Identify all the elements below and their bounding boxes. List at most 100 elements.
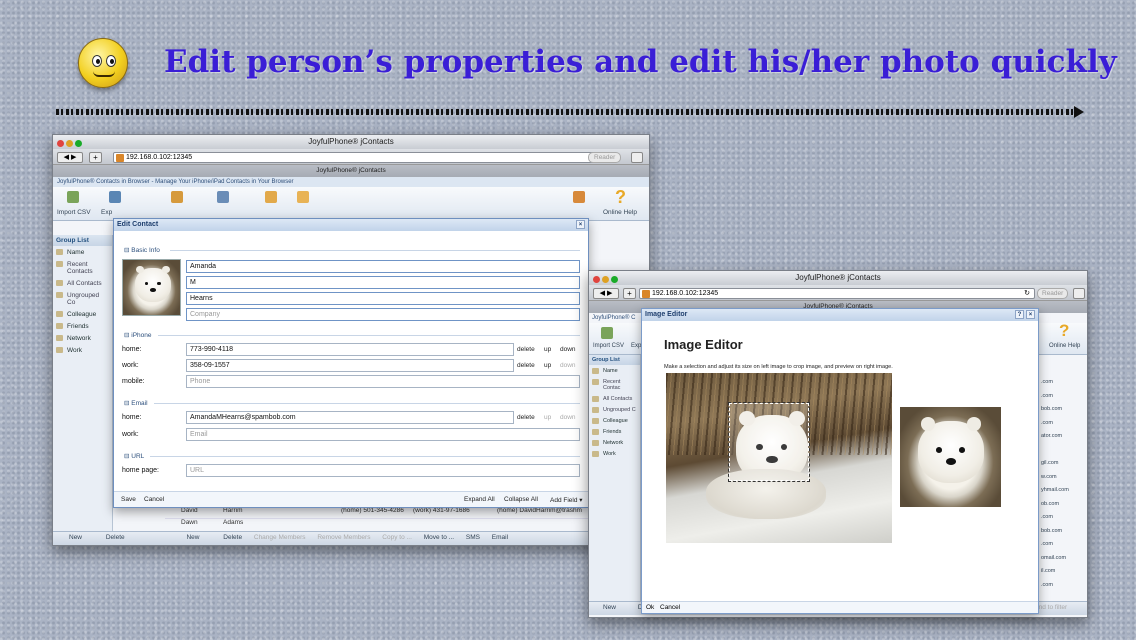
group-item-network[interactable]: Network [53,332,112,344]
list-item[interactable]: .com [1041,393,1087,407]
close-window-button[interactable] [57,140,64,147]
group-item-work[interactable]: Work [589,448,640,459]
list-item[interactable]: .com [1041,541,1087,555]
expand-all-button[interactable]: Expand All [464,496,495,503]
phone-home-field[interactable]: 773-990-4118 [186,343,514,356]
zoom-window-button[interactable] [611,276,618,283]
new-group-button[interactable]: New [593,604,616,611]
first-name-field[interactable]: Amanda [186,260,580,273]
import-csv-icon[interactable] [67,191,79,203]
list-item[interactable]: ob.com [1041,501,1087,515]
list-item[interactable]: ator.com [1041,433,1087,447]
email-section-toggle[interactable]: ⊟ Email [124,399,148,407]
group-item-friends[interactable]: Friends [53,320,112,332]
table-row[interactable]: David Harrim (home) 501-345-4286 (work) … [165,507,649,519]
group-item-all[interactable]: All Contacts [53,277,112,289]
add-bookmark-button[interactable]: + [623,288,636,299]
list-item[interactable]: .com [1041,582,1087,596]
group-item-colleague[interactable]: Colleague [589,415,640,426]
ok-button[interactable]: Ok [646,604,654,611]
group-item-ungrouped[interactable]: Ungrouped Co [53,289,112,308]
import-csv-icon[interactable] [601,327,613,339]
list-item[interactable]: w.com [1041,474,1087,488]
list-item[interactable]: bob.com [1041,406,1087,420]
phone-work-delete-button[interactable]: delete [517,362,535,369]
back-forward-buttons[interactable]: ◀ ▶ [57,152,83,163]
copy-to-button[interactable]: Copy to ... [382,534,412,541]
remove-members-button[interactable]: Remove Members [317,534,370,541]
company-field[interactable]: Company [186,308,580,321]
url-section-toggle[interactable]: ⊟ URL [124,452,144,460]
back-forward-buttons[interactable]: ◀ ▶ [593,288,619,299]
group-item-recent[interactable]: Recent Contacts [53,258,112,277]
list-item[interactable]: gil.com [1041,460,1087,474]
person-icon[interactable] [297,191,309,203]
list-item[interactable]: .com [1041,420,1087,434]
close-window-button[interactable] [593,276,600,283]
url-bar[interactable]: 192.168.0.102:12345 ↻ [113,152,613,163]
last-name-field[interactable]: Hearns [186,292,580,305]
group-item-all[interactable]: All Contacts [589,393,640,404]
minimize-window-button[interactable] [66,140,73,147]
close-icon[interactable]: × [1026,310,1035,319]
delete-group-button[interactable]: Delete [94,534,125,541]
new-group-button[interactable]: New [57,534,82,541]
save-button[interactable]: Save [121,496,136,503]
email-home-down-button[interactable]: down [560,414,576,421]
table-row[interactable]: Dawn Adams [165,519,649,531]
phone-section-toggle[interactable]: ⊟ iPhone [124,331,152,339]
url-bar[interactable]: 192.168.0.102:12345 ↻ [639,288,1035,299]
close-icon[interactable]: × [576,220,585,229]
list-item[interactable]: .com [1041,379,1087,393]
online-help-icon[interactable]: ? [1059,321,1069,341]
email-button[interactable]: Email [492,534,508,541]
crop-source-image[interactable] [666,373,892,543]
new-contact-icon[interactable] [171,191,183,203]
phone-home-down-button[interactable]: down [560,346,576,353]
group-item-colleague[interactable]: Colleague [53,308,112,320]
reader-button[interactable]: Reader [588,152,622,163]
group-item-ungrouped[interactable]: Ungrouped C [589,404,640,415]
downloads-icon[interactable] [631,152,643,163]
email-home-field[interactable]: AmandaMHearns@spambob.com [186,411,514,424]
online-help-label[interactable]: Online Help [1049,343,1080,349]
list-item[interactable]: yhmail.com [1041,487,1087,501]
collapse-all-button[interactable]: Collapse All [504,496,538,503]
delete-contact-button[interactable]: Delete [211,534,242,541]
email-work-field[interactable]: Email [186,428,580,441]
group-icon[interactable] [265,191,277,203]
add-bookmark-button[interactable]: + [89,152,102,163]
reload-icon[interactable]: ↻ [1024,289,1030,299]
group-list-column-name[interactable]: Name [53,246,112,258]
list-item[interactable]: il.com [1041,568,1087,582]
import-csv-label[interactable]: Import CSV [57,209,91,216]
list-item[interactable] [1041,447,1087,461]
group-item-network[interactable]: Network [589,437,640,448]
group-item-recent[interactable]: Recent Contac [589,376,640,393]
add-field-button[interactable]: Add Field ▾ [550,496,583,504]
middle-name-field[interactable]: M [186,276,580,289]
change-members-button[interactable]: Change Members [254,534,306,541]
phone-work-down-button[interactable]: down [560,362,576,369]
phone-home-up-button[interactable]: up [544,346,551,353]
new-contact-button[interactable]: New [174,534,199,541]
cancel-button[interactable]: Cancel [660,604,680,611]
list-item[interactable]: bob.com [1041,528,1087,542]
phone-home-delete-button[interactable]: delete [517,346,535,353]
group-item-work[interactable]: Work [53,344,112,356]
crop-selection-box[interactable] [728,402,810,482]
edit-contact-icon[interactable] [217,191,229,203]
group-list-column-name[interactable]: Name [589,365,640,376]
settings-icon[interactable] [573,191,585,203]
list-item[interactable]: .com [1041,514,1087,528]
send-to-filter-button[interactable]: end to filter [1035,604,1067,611]
contact-photo[interactable] [122,259,181,316]
phone-work-up-button[interactable]: up [544,362,551,369]
sms-button[interactable]: SMS [466,534,480,541]
basic-info-section-toggle[interactable]: ⊟ Basic Info [124,246,160,254]
move-to-button[interactable]: Move to ... [424,534,454,541]
phone-mobile-field[interactable]: Phone [186,375,580,388]
online-help-icon[interactable]: ? [615,187,626,208]
email-home-up-button[interactable]: up [544,414,551,421]
import-csv-label[interactable]: Import CSV [593,343,624,349]
